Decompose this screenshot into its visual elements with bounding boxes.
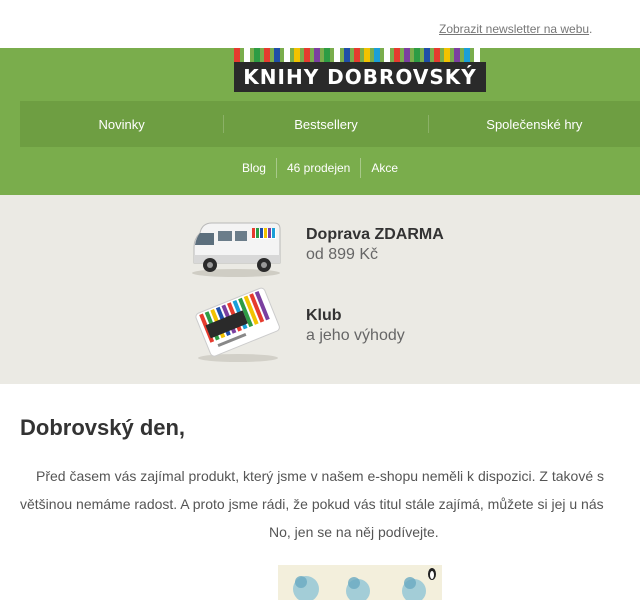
logo-stripe [394, 48, 400, 62]
benefit-subtitle: a jeho výhody [306, 327, 405, 344]
book-cover-image[interactable] [278, 565, 442, 600]
logo-stripe [364, 48, 370, 62]
logo-stripe [404, 48, 410, 62]
menu-item-bestsellery[interactable]: Bestsellery [224, 117, 427, 132]
paragraph-line: většinou nemáme radost. A proto jsme rád… [20, 496, 604, 512]
benefit-free-delivery[interactable]: Doprava ZDARMA od 899 Kč [186, 211, 444, 279]
logo-stripe [274, 48, 280, 62]
main-menu: Novinky Bestsellery Společenské hry [20, 101, 640, 147]
menu-item-spolecenske-hry[interactable]: Společenské hry [429, 117, 640, 132]
subnav: Blog 46 prodejen Akce [0, 158, 640, 178]
logo-stripe [354, 48, 360, 62]
logo[interactable]: KNIHY DOBROVSKÝ [234, 48, 486, 94]
logo-stripe [374, 48, 380, 62]
logo-stripe [344, 48, 350, 62]
logo-stripe [464, 48, 470, 62]
benefit-subtitle: od 899 Kč [306, 246, 379, 263]
greeting-heading: Dobrovský den, [20, 415, 186, 440]
logo-stripe [384, 48, 390, 62]
benefit-club[interactable]: Klub a jeho výhody [186, 287, 405, 362]
logo-stripe [304, 48, 310, 62]
subnav-stores-link[interactable]: 46 prodejen [277, 158, 360, 178]
paragraph-line: No, jen se na něj podívejte. [269, 524, 439, 540]
logo-stripe [324, 48, 330, 62]
logo-stripe [454, 48, 460, 62]
benefit-title: Klub [306, 307, 342, 324]
topbar: Zobrazit newsletter na webu . [0, 0, 640, 48]
logo-stripe [444, 48, 450, 62]
view-on-web-link[interactable]: Zobrazit newsletter na webu [439, 22, 589, 36]
benefit-text: Klub a jeho výhody [306, 307, 405, 345]
logo-stripe [474, 48, 480, 62]
logo-stripe [334, 48, 340, 62]
logo-stripe [294, 48, 300, 62]
logo-stripe [414, 48, 420, 62]
logo-stripe [234, 48, 240, 62]
logo-stripes [234, 48, 486, 62]
logo-stripe [434, 48, 440, 62]
benefit-text: Doprava ZDARMA od 899 Kč [306, 226, 444, 264]
benefits-section: Doprava ZDARMA od 899 Kč Klub a jeho výh… [0, 195, 640, 384]
subnav-deals-link[interactable]: Akce [361, 158, 408, 178]
logo-stripe [244, 48, 250, 62]
subnav-blog-link[interactable]: Blog [232, 158, 276, 178]
logo-stripe [284, 48, 290, 62]
menu-item-novinky[interactable]: Novinky [20, 117, 223, 132]
message-content: Dobrovský den, Před časem vás zajímal pr… [0, 384, 640, 600]
paragraph-line: Před časem vás zajímal produkt, který js… [36, 468, 604, 484]
logo-stripe [264, 48, 270, 62]
logo-stripe [314, 48, 320, 62]
logo-text: KNIHY DOBROVSKÝ [234, 62, 486, 92]
web-link-suffix: . [589, 22, 593, 36]
club-card-icon [186, 287, 286, 362]
logo-stripe [424, 48, 430, 62]
benefit-title: Doprava ZDARMA [306, 226, 444, 243]
logo-stripe [254, 48, 260, 62]
delivery-van-icon [186, 211, 286, 279]
